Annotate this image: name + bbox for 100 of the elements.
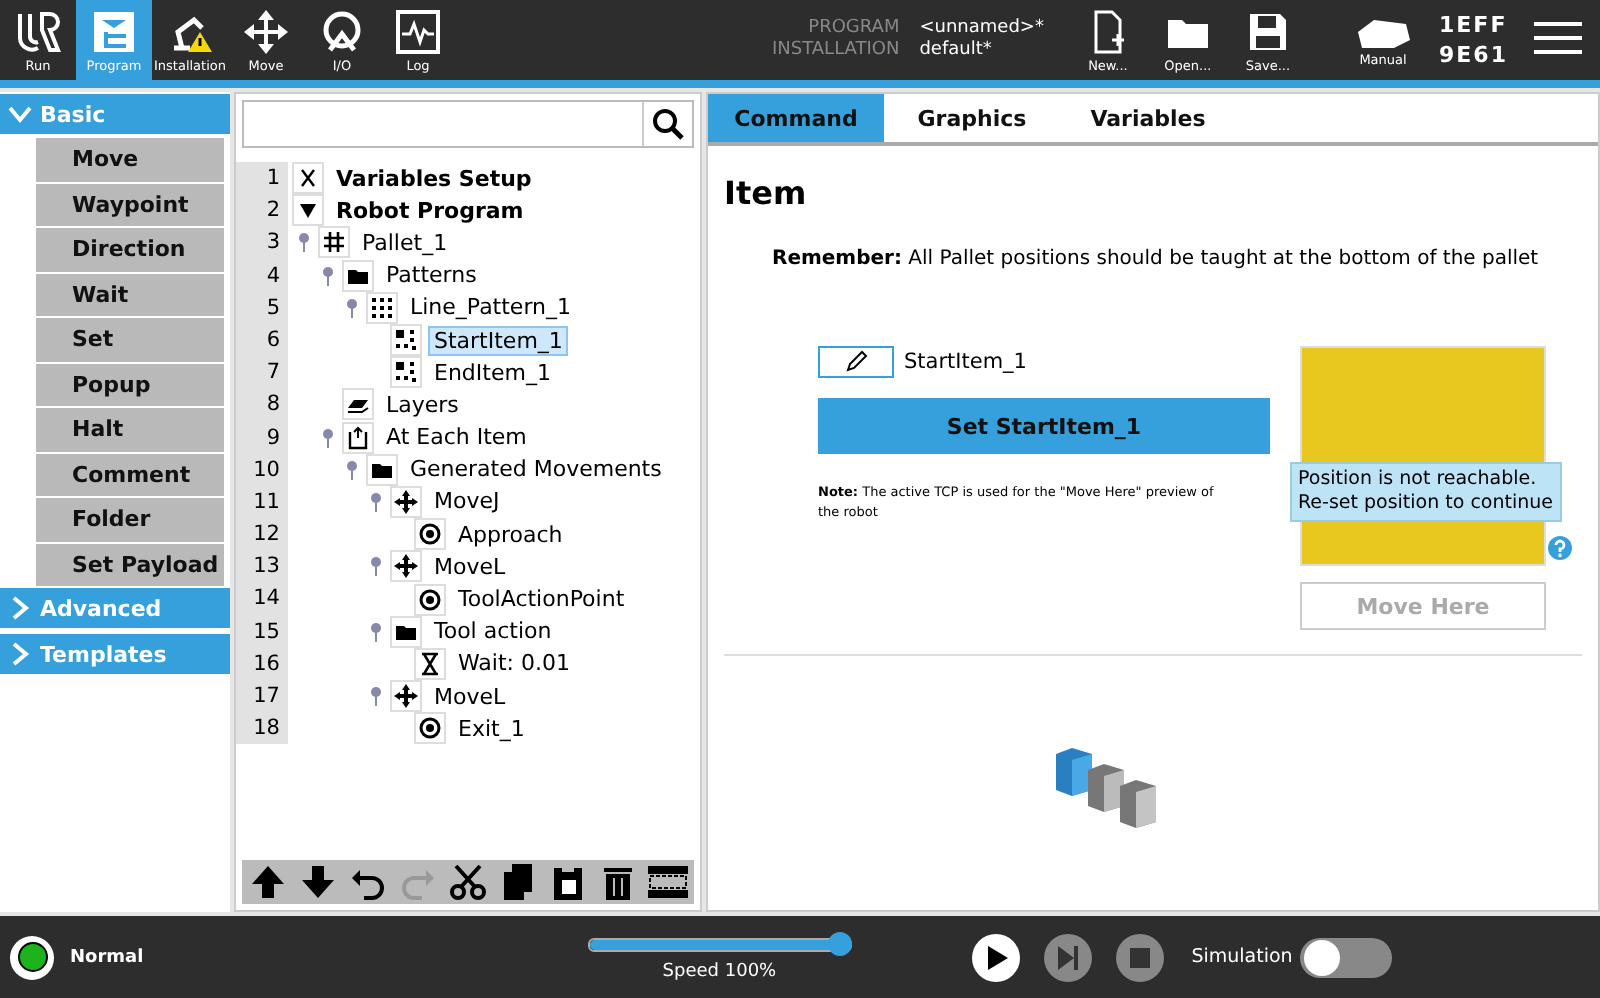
device-id: 1EFF: [1439, 10, 1508, 40]
step-icon: [1053, 943, 1082, 971]
line-number: 2: [236, 194, 288, 227]
command-button[interactable]: Comment: [36, 453, 224, 496]
toolbar-button[interactable]: [447, 862, 488, 902]
target-icon: [414, 518, 446, 551]
move-icon: [390, 485, 422, 518]
logo-icon: [14, 7, 62, 55]
search-field[interactable]: [242, 100, 694, 148]
remember-text: Remember: All Pallet positions should be taught at the bottom of the pallet: [772, 248, 1541, 270]
line-number: 12: [236, 518, 288, 551]
bracket-icon: [342, 421, 374, 454]
program-node[interactable]: Variables Setup: [330, 163, 538, 194]
suppress-icon: [648, 862, 689, 902]
tab[interactable]: Command: [708, 94, 884, 142]
speed-label: Speed 100%: [662, 962, 777, 982]
command-button[interactable]: Direction: [36, 228, 224, 271]
command-button[interactable]: Move: [36, 138, 224, 181]
dot-grid-icon: [390, 324, 422, 357]
program-node[interactable]: EndItem_1: [428, 357, 557, 388]
program-node[interactable]: StartItem_1: [428, 325, 569, 356]
command-button[interactable]: Popup: [36, 363, 224, 406]
command-button[interactable]: Halt: [36, 408, 224, 451]
status-indicator: [10, 935, 54, 979]
position-name: StartItem_1: [904, 350, 1027, 374]
toolbar-button[interactable]: [297, 862, 338, 902]
line-number: 11: [236, 485, 288, 519]
search-icon: [652, 108, 684, 140]
device-id: 9E61: [1439, 40, 1508, 70]
command-button[interactable]: Wait: [36, 273, 224, 316]
line-number: 17: [236, 680, 288, 713]
folder-icon: [390, 615, 422, 648]
line-number: 10: [236, 453, 288, 486]
arrow-down-icon: [297, 862, 338, 902]
variable-icon: [292, 162, 324, 195]
warning-tooltip: Position is not reachable. Re-set position to continue: [1290, 462, 1561, 522]
line-number: 14: [236, 582, 288, 616]
stop-icon: [1125, 943, 1154, 971]
program-node[interactable]: Patterns: [380, 260, 483, 291]
line-number: 9: [236, 421, 288, 454]
status-text: Normal: [70, 947, 144, 967]
command-button[interactable]: Set Payload: [36, 543, 224, 586]
command-button[interactable]: Waypoint: [36, 183, 224, 226]
grid-icon: [318, 226, 350, 259]
help-icon[interactable]: [1548, 536, 1572, 560]
program-node[interactable]: Generated Movements: [404, 454, 668, 485]
io-icon: [318, 7, 366, 55]
arrow-up-icon: [247, 862, 288, 902]
program-node[interactable]: Line_Pattern_1: [404, 292, 577, 323]
folder-icon: [342, 259, 374, 292]
program-node[interactable]: MoveL: [428, 681, 512, 712]
line-number: 8: [236, 388, 288, 421]
edit-name-button[interactable]: [818, 346, 894, 378]
program-node[interactable]: Layers: [380, 389, 465, 420]
program-node[interactable]: MoveL: [428, 551, 512, 582]
line-number: 3: [236, 226, 288, 260]
simulation-toggle[interactable]: [1300, 937, 1393, 977]
program-node[interactable]: Exit_1: [452, 713, 531, 744]
line-number: 6: [236, 323, 288, 357]
chevron-right-icon: [8, 596, 32, 620]
speed-slider[interactable]: [587, 932, 852, 956]
line-number: 16: [236, 647, 288, 680]
program-icon: [90, 7, 138, 55]
play-button[interactable]: [971, 933, 1020, 981]
target-icon: [414, 583, 446, 616]
toolbar-button[interactable]: [247, 862, 288, 902]
installation-label: INSTALLATION: [772, 40, 900, 62]
simulation-label: Simulation: [1191, 946, 1293, 968]
move-icon: [390, 680, 422, 713]
line-number: 1: [236, 162, 288, 195]
line-number: 13: [236, 550, 288, 583]
installation-name: default*: [919, 40, 994, 62]
program-node[interactable]: Pallet_1: [356, 227, 454, 258]
line-number: 4: [236, 259, 288, 292]
move-icon: [390, 550, 422, 583]
program-node[interactable]: Wait: 0.01: [452, 648, 576, 679]
target-icon: [414, 712, 446, 745]
program-node[interactable]: ToolActionPoint: [452, 584, 631, 615]
program-node[interactable]: MoveJ: [428, 486, 506, 517]
line-number: 5: [236, 291, 288, 324]
menu-icon: [1534, 17, 1582, 57]
program-node[interactable]: Tool action: [428, 616, 558, 647]
command-button[interactable]: Folder: [36, 498, 224, 541]
pencil-icon: [844, 350, 868, 374]
program-label: PROGRAM: [806, 18, 900, 40]
program-name: <unnamed>*: [919, 18, 1044, 40]
program-node[interactable]: Approach: [452, 519, 569, 550]
hourglass-icon: [414, 647, 446, 680]
layers-icon: [342, 388, 374, 421]
scissors-icon: [447, 862, 488, 902]
program-node[interactable]: At Each Item: [380, 422, 533, 453]
command-button[interactable]: Set: [36, 318, 224, 361]
folder-icon: [366, 453, 398, 486]
toolbar-button[interactable]: [648, 862, 689, 902]
dot-grid-icon: [366, 291, 398, 324]
chevron-right-icon: [8, 642, 32, 666]
dot-grid-icon: [390, 356, 422, 389]
program-node[interactable]: Robot Program: [330, 195, 530, 226]
set-position-button[interactable]: Set StartItem_1: [818, 398, 1270, 454]
move-icon: [242, 7, 290, 55]
